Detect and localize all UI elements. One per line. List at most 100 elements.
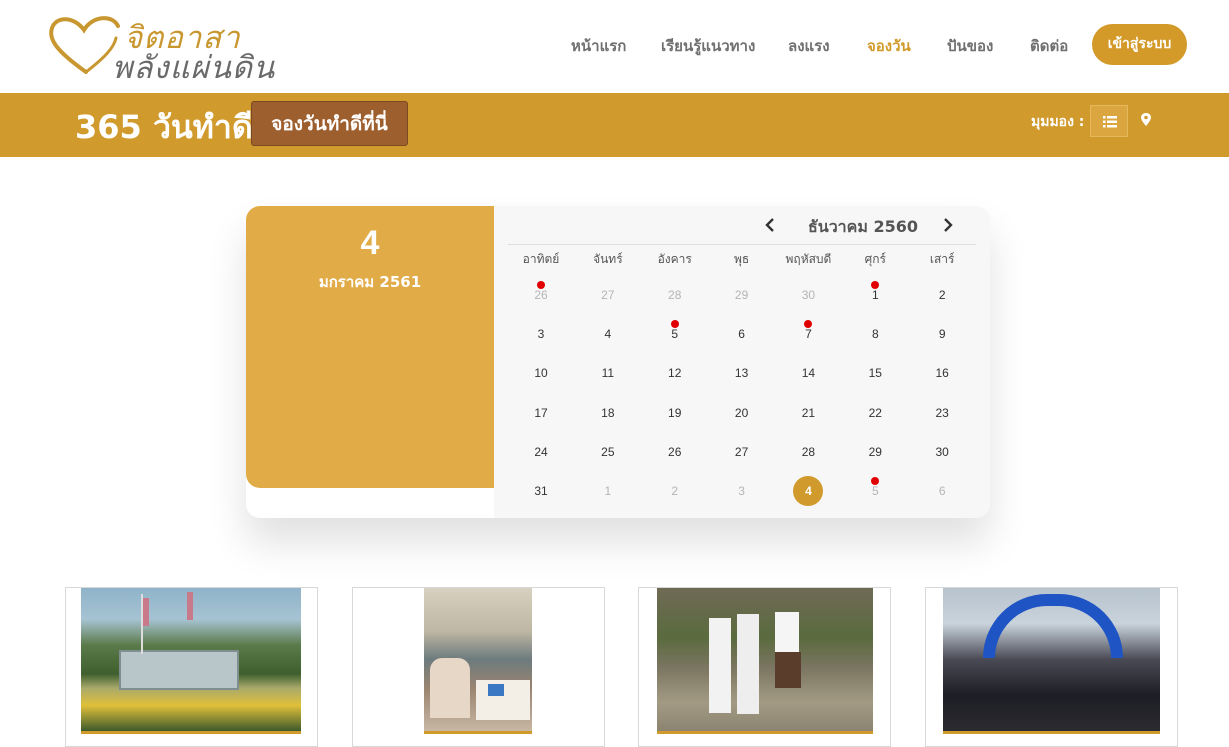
calendar-day[interactable]: 7 xyxy=(775,315,841,354)
calendar-day[interactable]: 19 xyxy=(642,394,708,433)
calendar-day[interactable]: 15 xyxy=(842,354,908,393)
logo-line-2: พลังแผ่นดิน xyxy=(112,50,276,86)
calendar-day[interactable]: 14 xyxy=(775,354,841,393)
activity-card[interactable] xyxy=(638,587,891,747)
flag xyxy=(187,592,193,620)
calendar-day[interactable]: 30 xyxy=(775,276,841,315)
login-button[interactable]: เข้าสู่ระบบ xyxy=(1092,24,1187,65)
calendar-day-number: 23 xyxy=(935,405,949,420)
calendar-day-number: 30 xyxy=(801,288,816,302)
calendar-day-number: 6 xyxy=(938,484,946,498)
calendar-day[interactable]: 1 xyxy=(575,472,641,511)
calendar-day[interactable]: 24 xyxy=(508,433,574,472)
calendar-day-number: 8 xyxy=(871,327,879,342)
activity-card[interactable] xyxy=(65,587,318,747)
nav-volunteer[interactable]: ลงแรง xyxy=(788,34,830,58)
calendar-header: ธันวาคม 2560 xyxy=(494,206,990,244)
calendar-day[interactable]: 29 xyxy=(709,276,775,315)
calendar-day-number: 28 xyxy=(668,288,682,302)
calendar-day[interactable]: 3 xyxy=(508,315,574,354)
calendar-day[interactable]: 13 xyxy=(709,354,775,393)
calendar-day-number: 21 xyxy=(801,405,816,420)
calendar-day-number: 29 xyxy=(868,444,882,459)
prev-month-button[interactable] xyxy=(760,214,780,236)
calendar-day-number: 24 xyxy=(534,444,548,459)
calendar-day[interactable]: 29 xyxy=(842,433,908,472)
calendar-day-number: 4 xyxy=(793,476,824,506)
student xyxy=(709,618,731,713)
list-view-button[interactable] xyxy=(1090,105,1128,137)
next-month-button[interactable] xyxy=(938,214,958,236)
calendar-day-number: 7 xyxy=(805,327,812,342)
activity-card[interactable] xyxy=(925,587,1178,747)
calendar-day[interactable]: 16 xyxy=(909,354,975,393)
calendar-day[interactable]: 5 xyxy=(842,472,908,511)
calendar-day[interactable]: 1 xyxy=(842,276,908,315)
weekday-label: จันทร์ xyxy=(593,252,623,266)
calendar-day[interactable]: 2 xyxy=(909,276,975,315)
weekday-label: เสาร์ xyxy=(929,252,955,266)
map-view-button[interactable] xyxy=(1133,105,1159,137)
calendar-day-number: 30 xyxy=(935,444,949,459)
calendar-day[interactable]: 23 xyxy=(909,394,975,433)
calendar-day[interactable]: 4 xyxy=(575,315,641,354)
calendar-day[interactable]: 9 xyxy=(909,315,975,354)
calendar-day-number: 25 xyxy=(601,444,615,459)
chevron-left-icon xyxy=(765,218,774,232)
calendar-day-number: 22 xyxy=(868,405,882,420)
calendar-day-number: 27 xyxy=(601,288,615,302)
nav-contact[interactable]: ติดต่อ xyxy=(1030,34,1068,58)
nav-learn[interactable]: เรียนรู้แนวทาง xyxy=(661,34,755,58)
calendar-day[interactable]: 26 xyxy=(508,276,574,315)
calendar-day-number: 16 xyxy=(935,366,949,381)
calendar-day[interactable]: 12 xyxy=(642,354,708,393)
calendar-day[interactable]: 31 xyxy=(508,472,574,511)
calendar-day[interactable]: 25 xyxy=(575,433,641,472)
calendar-day[interactable]: 6 xyxy=(709,315,775,354)
calendar-day-number: 10 xyxy=(534,366,548,381)
site-logo[interactable]: จิตอาสา พลังแผ่นดิน xyxy=(46,12,276,86)
calendar-day[interactable]: 28 xyxy=(775,433,841,472)
calendar-day-number: 26 xyxy=(668,444,682,459)
calendar-day-today[interactable]: 4 xyxy=(775,472,841,511)
calendar-day[interactable]: 26 xyxy=(642,433,708,472)
activity-card[interactable] xyxy=(352,587,605,747)
calendar-day-number: 12 xyxy=(668,366,682,381)
list-icon xyxy=(1103,116,1117,128)
nav-book-day[interactable]: จองวัน xyxy=(867,34,911,58)
calendar-day-number: 17 xyxy=(534,405,548,420)
activity-photo xyxy=(943,588,1160,734)
calendar-day[interactable]: 3 xyxy=(709,472,775,511)
calendar-day[interactable]: 5 xyxy=(642,315,708,354)
calendar-day[interactable]: 11 xyxy=(575,354,641,393)
calendar-day-number: 13 xyxy=(734,366,749,381)
calendar-day[interactable]: 6 xyxy=(909,472,975,511)
calendar-day[interactable]: 18 xyxy=(575,394,641,433)
weekday-label: อาทิตย์ xyxy=(522,252,560,266)
page-title-bar: 365 วันทำดี จองวันทำดีที่นี่ มุมมอง : xyxy=(0,93,1229,157)
weekday-label: อังคาร xyxy=(657,252,692,266)
calendar-day[interactable]: 17 xyxy=(508,394,574,433)
nav-home[interactable]: หน้าแรก xyxy=(571,34,626,58)
calendar-day-number: 9 xyxy=(938,327,946,342)
calendar-day[interactable]: 27 xyxy=(709,433,775,472)
book-day-button[interactable]: จองวันทำดีที่นี่ xyxy=(251,101,408,146)
calendar-day-number: 31 xyxy=(534,484,548,498)
calendar-day[interactable]: 27 xyxy=(575,276,641,315)
calendar-grid-panel: ธันวาคม 2560 อาทิตย์ จันทร์ อังคาร พุธ พฤหัส… xyxy=(494,206,990,518)
calendar-day-number: 19 xyxy=(668,405,682,420)
calendar-day[interactable]: 10 xyxy=(508,354,574,393)
calendar-day[interactable]: 30 xyxy=(909,433,975,472)
activity-photo xyxy=(424,588,532,734)
activity-photo xyxy=(81,588,301,734)
nav-share[interactable]: ปันของ xyxy=(947,34,993,58)
calendar-day[interactable]: 21 xyxy=(775,394,841,433)
calendar-day[interactable]: 22 xyxy=(842,394,908,433)
calendar-day[interactable]: 2 xyxy=(642,472,708,511)
calendar-day[interactable]: 8 xyxy=(842,315,908,354)
calendar-day[interactable]: 20 xyxy=(709,394,775,433)
selected-day: 4 xyxy=(360,224,380,262)
page-title: 365 วันทำดี xyxy=(75,108,253,146)
calendar-day[interactable]: 28 xyxy=(642,276,708,315)
event-dot-icon xyxy=(670,320,679,329)
